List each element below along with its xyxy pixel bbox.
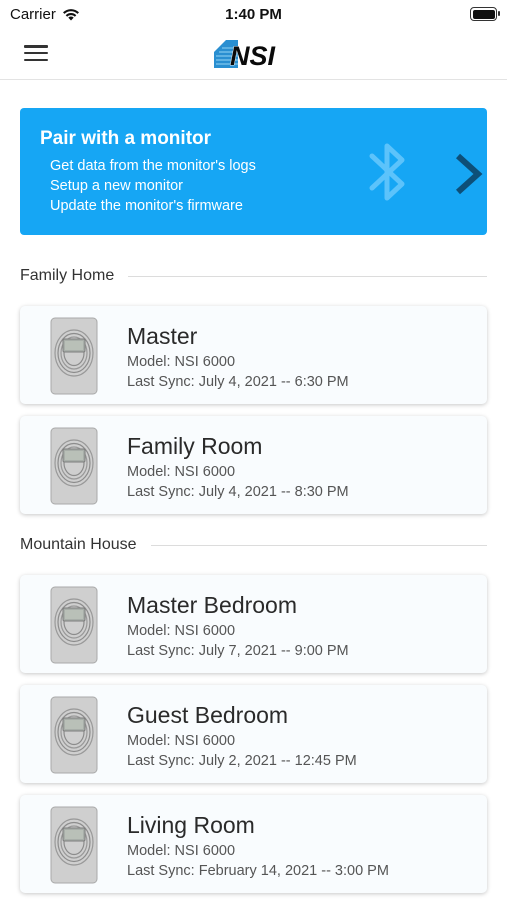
- monitor-image: [50, 586, 98, 664]
- device-model: Model: NSI 6000: [127, 843, 236, 859]
- monitor-image: [50, 696, 98, 774]
- device-last-sync: Last Sync: February 14, 2021 -- 3:00 PM: [127, 863, 389, 879]
- section-label: Mountain House: [20, 536, 137, 553]
- section-header-mountain-house: Mountain House: [20, 533, 487, 557]
- device-model: Model: NSI 6000: [127, 464, 236, 480]
- divider: [150, 544, 487, 546]
- device-last-sync: Last Sync: July 2, 2021 -- 12:45 PM: [127, 753, 357, 769]
- device-name: Living Room: [127, 812, 255, 838]
- pair-line: Update the monitor's firmware: [50, 198, 243, 214]
- logo-text: NSI: [230, 41, 276, 71]
- section-label: Family Home: [20, 267, 115, 284]
- bluetooth-icon: [369, 143, 405, 201]
- monitor-image: [50, 806, 98, 884]
- device-last-sync: Last Sync: July 4, 2021 -- 6:30 PM: [127, 374, 349, 390]
- pair-monitor-card[interactable]: Pair with a monitor Get data from the mo…: [20, 108, 487, 235]
- monitor-image: [50, 317, 98, 395]
- top-nav-bar: NSI: [0, 30, 507, 80]
- pair-title: Pair with a monitor: [40, 128, 212, 149]
- status-time: 1:40 PM: [225, 6, 282, 23]
- battery-icon: [470, 7, 500, 21]
- device-name: Family Room: [127, 433, 263, 459]
- device-card-master-bedroom[interactable]: Master Bedroom Model: NSI 6000 Last Sync…: [20, 575, 487, 673]
- device-last-sync: Last Sync: July 4, 2021 -- 8:30 PM: [127, 484, 349, 500]
- device-card-living-room[interactable]: Living Room Model: NSI 6000 Last Sync: F…: [20, 795, 487, 893]
- device-card-guest-bedroom[interactable]: Guest Bedroom Model: NSI 6000 Last Sync:…: [20, 685, 487, 783]
- device-last-sync: Last Sync: July 7, 2021 -- 9:00 PM: [127, 643, 349, 659]
- chevron-right-icon[interactable]: [452, 152, 484, 196]
- status-bar: Carrier 1:40 PM: [0, 0, 507, 30]
- device-name: Master Bedroom: [127, 592, 298, 618]
- hamburger-icon[interactable]: [24, 43, 48, 63]
- device-card-family-room[interactable]: Family Room Model: NSI 6000 Last Sync: J…: [20, 416, 487, 514]
- device-name: Master: [127, 323, 198, 349]
- pair-description: Get data from the monitor's logs Setup a…: [50, 156, 256, 216]
- device-name: Guest Bedroom: [127, 702, 289, 728]
- device-model: Model: NSI 6000: [127, 354, 236, 370]
- nsi-logo: NSI: [212, 36, 296, 72]
- section-header-family-home: Family Home: [20, 264, 487, 288]
- monitor-image: [50, 427, 98, 505]
- device-model: Model: NSI 6000: [127, 623, 236, 639]
- pair-line: Setup a new monitor: [50, 178, 183, 194]
- device-card-master[interactable]: Master Model: NSI 6000 Last Sync: July 4…: [20, 306, 487, 404]
- device-model: Model: NSI 6000: [127, 733, 236, 749]
- divider: [128, 275, 487, 277]
- pair-line: Get data from the monitor's logs: [50, 158, 256, 174]
